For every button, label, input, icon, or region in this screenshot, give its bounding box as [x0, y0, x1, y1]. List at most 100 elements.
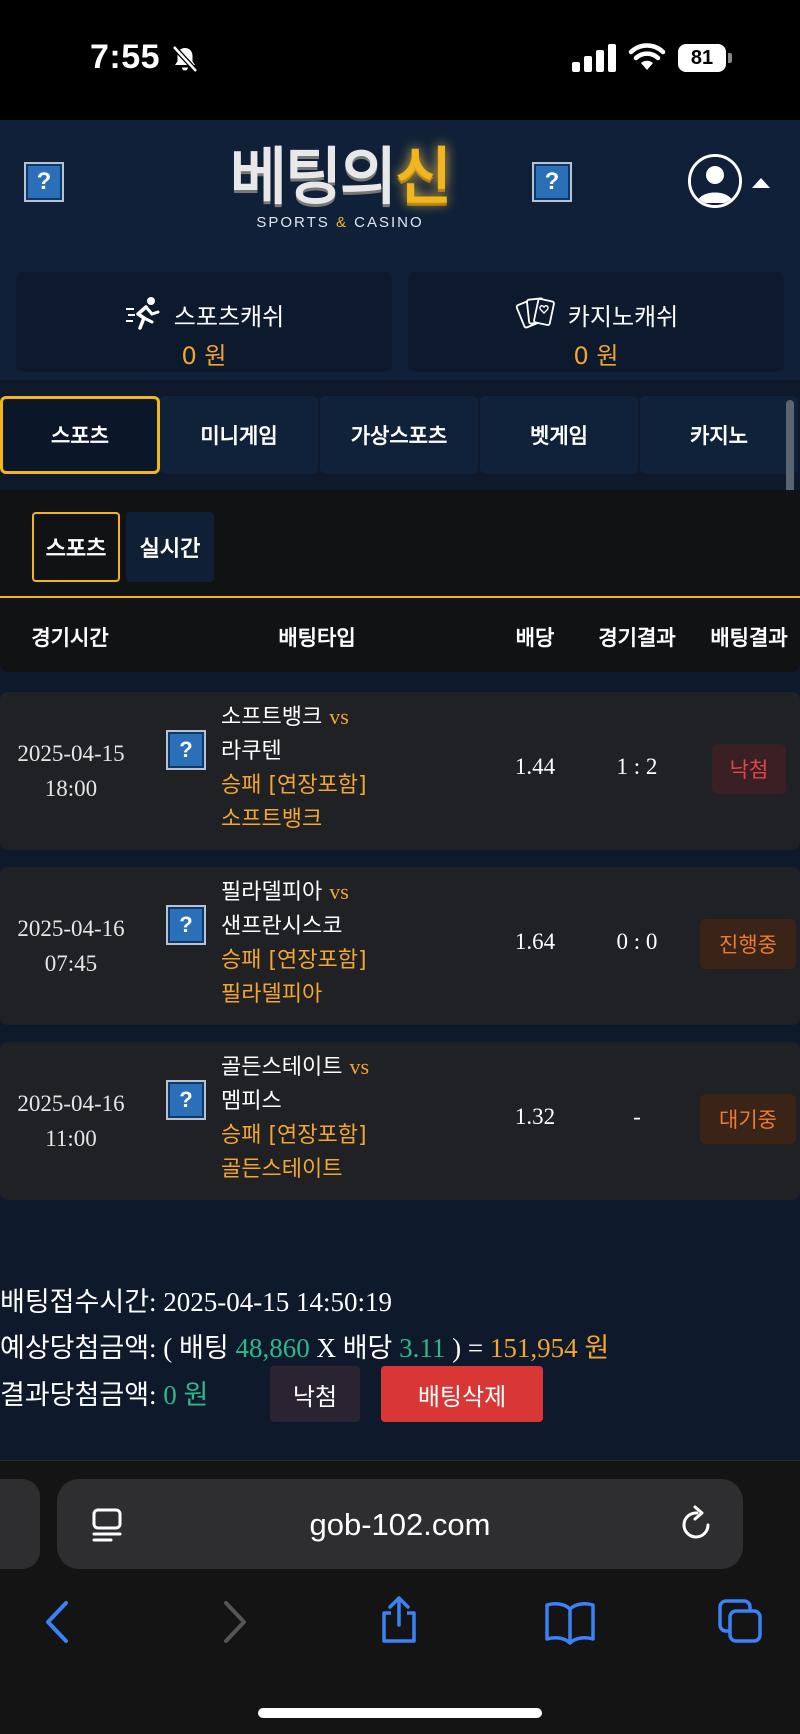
header-bet-type: 배팅타입 [278, 626, 356, 650]
tab-minigame[interactable]: 미니게임 [160, 396, 318, 474]
delete-bet-button[interactable]: 배팅삭제 [381, 1366, 543, 1422]
odds-value: 1.32 [514, 1104, 556, 1129]
home-team: 골든스테이트 [221, 1055, 343, 1080]
previous-tab-preview[interactable] [0, 1479, 40, 1569]
bet-table-header: 경기시간 배팅타입 배당 경기결과 배팅결과 [0, 598, 800, 672]
total-odds: 3.11 [399, 1333, 446, 1363]
status-time: 7:55 [90, 38, 161, 76]
home-team: 필라델피아 [221, 880, 323, 905]
browser-toolbar: gob-102.com [0, 1460, 800, 1734]
table-row: 2025-04-15 18:00 ? 소프트뱅크 vs 라쿠텐 승패 [연장포함… [0, 692, 800, 850]
match-date: 2025-04-16 [17, 916, 125, 941]
market-type: 승패 [연장포함] [221, 1123, 367, 1148]
expected-win-amount: 151,954 원 [489, 1333, 610, 1363]
tabs-icon[interactable] [716, 1597, 764, 1645]
header-match-time: 경기시간 [31, 626, 109, 650]
caret-up-icon[interactable] [752, 178, 770, 188]
accept-time-value: 2025-04-15 14:50:19 [163, 1287, 393, 1317]
expected-close: ) = [452, 1333, 484, 1363]
forward-icon[interactable] [210, 1599, 256, 1645]
bookmarks-icon[interactable] [544, 1599, 596, 1645]
match-date: 2025-04-16 [17, 1091, 125, 1116]
market-type: 승패 [연장포함] [221, 948, 367, 973]
user-avatar-icon[interactable] [688, 154, 742, 208]
reload-icon[interactable] [679, 1505, 715, 1543]
running-player-icon [125, 297, 160, 330]
category-tabs: 스포츠 미니게임 가상스포츠 벳게임 카지노 [0, 396, 800, 476]
battery-level: 81 [678, 44, 726, 72]
bet-type-cell: 필라델피아 vs 샌프란시스코 승패 [연장포함] 필라델피아 [221, 875, 367, 1012]
status-bar: 7:55 81 [0, 0, 800, 120]
broken-image-icon: ? [166, 730, 206, 770]
playing-cards-icon [515, 297, 555, 329]
expected-winnings: 예상당첨금액: ( 배팅 48,860 X 배당 3.11 ) = 151,95… [0, 1326, 609, 1365]
match-time: 07:45 [44, 951, 98, 976]
casino-cash-value: 0 원 [573, 342, 619, 370]
address-bar[interactable]: gob-102.com [57, 1479, 743, 1569]
tab-bet-game[interactable]: 벳게임 [480, 396, 638, 474]
match-score: 0 : 0 [616, 929, 658, 954]
site-logo[interactable]: 베팅의신 SPORTS & CASINO [200, 142, 480, 242]
bet-amount: 48,860 [235, 1333, 310, 1363]
result-label: 결과당첨금액: [0, 1380, 157, 1410]
expected-open: ( 배팅 [163, 1333, 229, 1363]
vs-label: vs [349, 1054, 370, 1079]
wifi-icon [628, 43, 666, 70]
subtab-live[interactable]: 실시간 [126, 512, 214, 582]
sub-tab-panel: 스포츠 실시간 [0, 490, 800, 598]
tab-sports[interactable]: 스포츠 [0, 396, 160, 474]
status-badge: 진행중 [700, 919, 796, 969]
match-datetime: 2025-04-16 07:45 [0, 911, 142, 981]
expected-label: 예상당첨금액: [0, 1333, 157, 1363]
broken-image-icon: ? [166, 1080, 206, 1120]
share-icon[interactable] [376, 1595, 422, 1645]
vs-label: vs [329, 704, 349, 729]
bet-type-cell: 골든스테이트 vs 멤피스 승패 [연장포함] 골든스테이트 [221, 1050, 369, 1187]
result-value: 0 원 [163, 1380, 209, 1410]
status-badge: 낙첨 [712, 744, 786, 794]
broken-image-icon[interactable]: ? [24, 162, 64, 202]
tab-casino[interactable]: 카지노 [640, 396, 798, 474]
status-badge: 대기중 [700, 1094, 796, 1144]
away-team: 라쿠텐 [221, 739, 282, 764]
logo-sub-right: CASINO [347, 214, 424, 231]
logo-text-accent: 신 [395, 140, 452, 213]
tab-virtual-sports[interactable]: 가상스포츠 [320, 396, 478, 474]
vs-label: vs [329, 879, 349, 904]
match-time: 18:00 [44, 776, 98, 801]
site-header: ? 베팅의신 SPORTS & CASINO ? [0, 120, 800, 260]
accept-time-label: 배팅접수시간: [0, 1287, 157, 1317]
sports-cash-label: 스포츠캐쉬 [173, 302, 285, 331]
market-type: 승패 [연장포함] [221, 773, 367, 798]
lose-status-button[interactable]: 낙첨 [270, 1366, 360, 1422]
back-icon[interactable] [36, 1599, 82, 1645]
odds-value: 1.64 [514, 929, 556, 954]
header-match-result: 경기결과 [598, 626, 676, 650]
table-row: 2025-04-16 07:45 ? 필라델피아 vs 샌프란시스코 승패 [연… [0, 867, 800, 1025]
url-text[interactable]: gob-102.com [57, 1507, 743, 1543]
bet-accept-time: 배팅접수시간: 2025-04-15 14:50:19 [0, 1280, 392, 1319]
home-team: 소프트뱅크 [221, 705, 323, 730]
match-datetime: 2025-04-15 18:00 [0, 736, 142, 806]
logo-sub-amp: & [335, 214, 348, 231]
result-winnings: 결과당첨금액: 0 원 [0, 1373, 208, 1412]
sports-cash-value: 0 원 [181, 342, 227, 370]
match-datetime: 2025-04-16 11:00 [0, 1086, 142, 1156]
sports-cash-card[interactable]: 스포츠캐쉬 0 원 [16, 272, 392, 372]
away-team: 멤피스 [221, 1089, 282, 1114]
logo-sub-left: SPORTS [256, 214, 336, 231]
casino-cash-label: 카지노캐쉬 [567, 302, 679, 331]
subtab-sports[interactable]: 스포츠 [32, 512, 120, 582]
broken-image-icon[interactable]: ? [532, 162, 572, 202]
away-team: 샌프란시스코 [221, 914, 343, 939]
home-indicator[interactable] [258, 1708, 542, 1718]
casino-cash-card[interactable]: 카지노캐쉬 0 원 [408, 272, 784, 372]
bet-pick: 필라델피아 [221, 982, 323, 1007]
bell-muted-icon [172, 45, 198, 73]
bet-pick: 소프트뱅크 [221, 807, 323, 832]
match-date: 2025-04-15 [17, 741, 125, 766]
cellular-signal-icon [572, 44, 616, 72]
wallet-row: 스포츠캐쉬 0 원 카지노캐쉬 0 원 [0, 260, 800, 380]
logo-text-main: 베팅의 [229, 140, 397, 213]
header-bet-result: 배팅결과 [710, 626, 788, 650]
